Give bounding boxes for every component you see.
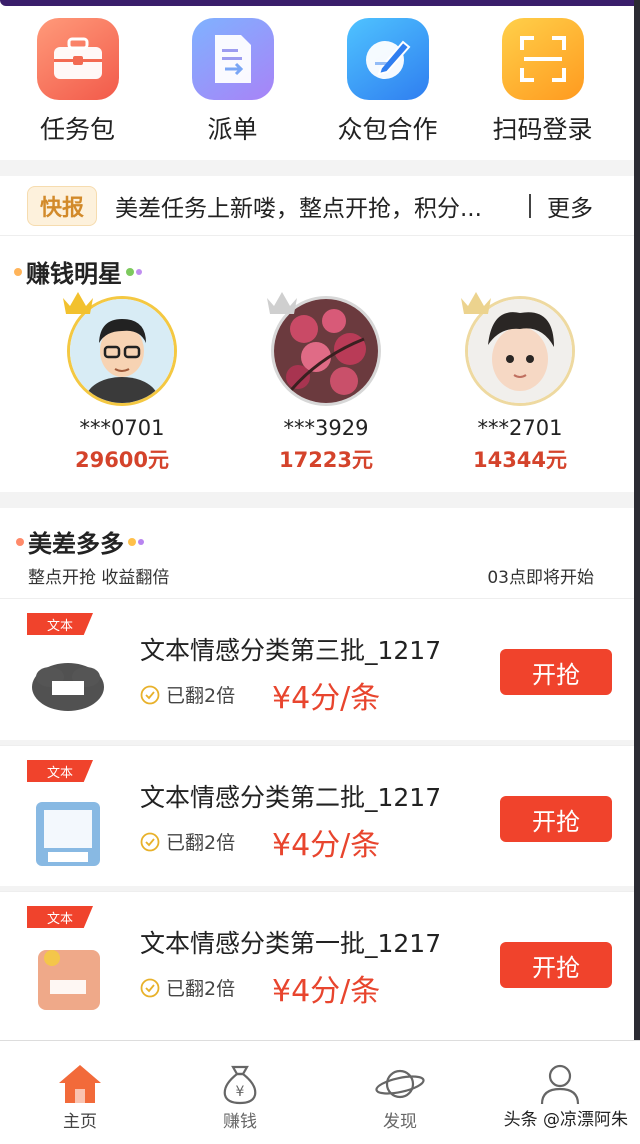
news-ticker[interactable]: 快报 美差任务上新喽，整点开抢，积分... 更多 [0,176,634,236]
svg-text:¥: ¥ [236,1084,245,1100]
grab-button[interactable]: 开抢 [500,796,612,842]
meichai-countdown: 03点即将开始 [487,568,594,588]
decor-dot [14,267,22,276]
task-card[interactable]: 文本 文本情感分类第二批_1217 已翻2倍 ¥4分/条 开抢 [0,745,634,887]
task-card[interactable]: 文本 文本情感分类第一批_1217 已翻2倍 ¥4分/条 开抢 [0,891,634,1033]
quick-actions: 任务包 派单 众包合作 扫码登录 [0,18,634,146]
scroll-rail [634,0,640,1040]
pen-paper-icon [346,18,429,100]
earner-amount: 29600元 [74,448,170,472]
earner-amount: 17223元 [278,448,374,472]
star-earner-1[interactable]: ***0701 29600元 [42,292,202,474]
bonus-text: 已翻2倍 [166,832,236,854]
star-earner-3[interactable]: ***2701 14344元 [440,292,600,474]
earner-id: ***0701 [79,416,165,440]
bonus-status: 已翻2倍 [140,681,235,708]
section-title-text: 赚钱明星 [26,260,122,288]
crown-silver-icon [267,292,297,314]
user-icon [540,1064,580,1105]
check-circle-icon [140,832,160,851]
nav-label: 发现 [383,1112,417,1132]
document-dispatch-icon [191,18,274,100]
quick-action-label: 众包合作 [337,115,438,144]
meichai-subtitle: 整点开抢 收益翻倍 [28,568,170,588]
money-bag-icon: ¥ [223,1065,257,1105]
decor-dot [138,538,144,545]
crown-gold-icon [63,292,93,314]
quick-action-label: 派单 [207,115,258,144]
quick-action-dispatch[interactable]: 派单 [155,18,310,146]
quick-action-scan-login[interactable]: 扫码登录 [465,18,620,146]
quick-action-label: 扫码登录 [492,115,593,144]
nav-label: 主页 [63,1112,97,1132]
task-name: 文本情感分类第二批_1217 [140,783,442,812]
section-divider [0,492,634,508]
task-tag: 文本 [27,906,93,928]
planet-icon [375,1069,425,1099]
nav-discover[interactable]: 发现 [320,1041,480,1144]
grab-button[interactable]: 开抢 [500,649,612,695]
task-tag: 文本 [27,613,93,635]
task-name: 文本情感分类第一批_1217 [140,929,442,958]
scan-icon [501,18,584,100]
nav-earn[interactable]: ¥ 赚钱 [160,1041,320,1144]
star-earners: ***0701 29600元 ***3929 17223元 ***2701 14… [0,292,634,476]
crown-bronze-icon [461,292,491,314]
grab-button[interactable]: 开抢 [500,942,612,988]
divider [529,193,531,218]
decor-dot [128,537,136,546]
section-divider [0,160,634,176]
word-cloud-thumbnail [30,647,106,723]
decor-dot [136,268,142,275]
bonus-status: 已翻2倍 [140,974,235,1001]
star-earners-title: 赚钱明星 [14,254,142,289]
news-text[interactable]: 美差任务上新喽，整点开抢，积分... [115,189,515,223]
task-price: ¥4分/条 [272,974,381,1009]
quick-action-task-pack[interactable]: 任务包 [0,18,155,146]
decor-dot [16,537,24,546]
top-edge [0,0,640,6]
bonus-status: 已翻2倍 [140,828,235,855]
star-earner-2[interactable]: ***3929 17223元 [246,292,406,474]
task-price: ¥4分/条 [272,828,381,863]
earner-id: ***2701 [477,416,563,440]
check-circle-icon [140,685,160,704]
earner-id: ***3929 [283,416,369,440]
quick-action-label: 任务包 [39,115,115,144]
task-card[interactable]: 文本 文本情感分类第三批_1217 已翻2倍 ¥4分/条 开抢 [0,598,634,740]
task-tag: 文本 [27,760,93,782]
nav-label: 赚钱 [223,1112,257,1132]
task-name: 文本情感分类第三批_1217 [140,636,442,665]
bonus-text: 已翻2倍 [166,685,236,707]
bonus-text: 已翻2倍 [166,978,236,1000]
check-circle-icon [140,978,160,997]
section-title-text: 美差多多 [28,530,124,558]
home-icon [59,1065,101,1103]
nav-home[interactable]: 主页 [0,1041,160,1144]
quick-action-crowdsource[interactable]: 众包合作 [310,18,465,146]
decor-dot [126,267,134,276]
meichai-title: 美差多多 [16,524,144,559]
news-badge: 快报 [27,185,97,226]
word-cloud-thumbnail [30,940,106,1016]
watermark: 头条 @凉漂阿朱 [503,1110,628,1130]
word-cloud-thumbnail [30,794,106,870]
briefcase-icon [36,18,119,100]
more-link[interactable]: 更多 [547,189,593,223]
task-price: ¥4分/条 [272,681,381,716]
earner-amount: 14344元 [472,448,568,472]
